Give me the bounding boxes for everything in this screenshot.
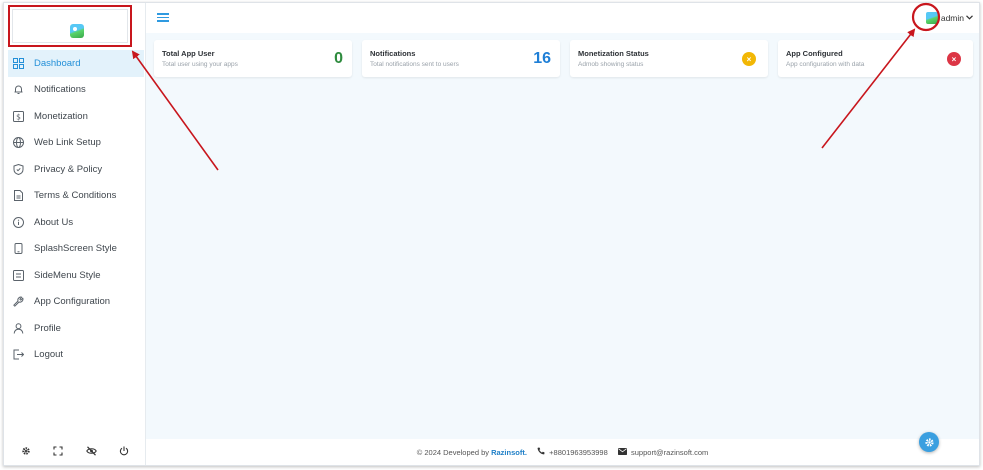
sidebar-menu: Dashboard Notifications $ Monetization W…	[8, 50, 144, 368]
card-title: Monetization Status	[578, 49, 649, 58]
sidebar-item-logout[interactable]: Logout	[8, 342, 144, 369]
email-address[interactable]: support@razinsoft.com	[631, 448, 708, 457]
dollar-icon: $	[12, 110, 24, 122]
fullscreen-icon[interactable]	[53, 445, 63, 459]
copyright-text: © 2024 Developed by	[416, 447, 489, 457]
card-subtitle: App configuration with data	[786, 61, 865, 68]
stat-card-monetization-status: Monetization Status Admob showing status…	[570, 40, 768, 77]
sidebar-item-web-link-setup[interactable]: Web Link Setup	[8, 130, 144, 157]
bell-icon	[12, 84, 24, 96]
card-subtitle: Admob showing status	[578, 61, 644, 68]
app-window: Dashboard Notifications $ Monetization W…	[3, 2, 980, 466]
sidebar-item-label: Terms & Conditions	[34, 190, 117, 202]
status-badge-icon: ×	[947, 52, 961, 66]
sidebar-item-label: SplashScreen Style	[34, 243, 117, 255]
envelope-icon	[617, 447, 629, 457]
sidebar-item-label: Dashboard	[34, 57, 81, 69]
logo-highlight-box	[8, 5, 132, 47]
status-badge-icon: ×	[742, 52, 756, 66]
sidebar-item-label: Monetization	[34, 110, 88, 122]
hamburger-menu-icon[interactable]	[157, 13, 169, 22]
sidebar-item-label: Web Link Setup	[34, 137, 101, 149]
stat-card-total-app-user: Total App User Total user using your app…	[154, 40, 352, 77]
logo-frame[interactable]	[12, 9, 128, 43]
chevron-down-icon	[966, 14, 973, 22]
shield-icon	[12, 163, 24, 175]
top-bar: admin	[146, 3, 979, 33]
logo-image-icon	[70, 24, 84, 38]
sidebar-item-notifications[interactable]: Notifications	[8, 77, 144, 104]
sidebar-item-profile[interactable]: Profile	[8, 315, 144, 342]
power-icon[interactable]	[119, 446, 129, 459]
gear-icon	[924, 437, 934, 447]
sidebar-item-privacy-policy[interactable]: Privacy & Policy	[8, 156, 144, 183]
card-value: 16	[533, 50, 551, 67]
phone-icon	[12, 243, 24, 255]
eye-off-icon[interactable]	[85, 445, 97, 459]
sidebar-item-sidemenu-style[interactable]: SideMenu Style	[8, 262, 144, 289]
card-subtitle: Total user using your apps	[162, 61, 238, 68]
footer: © 2024 Developed by Razinsoft. +88019639…	[146, 439, 979, 465]
sidebar-item-label: Profile	[34, 322, 61, 334]
dashboard-icon	[12, 57, 24, 69]
brand-link[interactable]: Razinsoft.	[491, 448, 527, 457]
sidebar-item-label: App Configuration	[34, 296, 111, 308]
card-value: 0	[334, 50, 343, 67]
wrench-icon	[12, 296, 24, 308]
footer-phone: +8801963953998	[537, 447, 608, 457]
sidebar-item-splashscreen-style[interactable]: SplashScreen Style	[8, 236, 144, 263]
sidebar-item-terms-conditions[interactable]: Terms & Conditions	[8, 183, 144, 210]
sidebar-item-about-us[interactable]: About Us	[8, 209, 144, 236]
list-icon	[12, 269, 24, 281]
user-icon	[12, 322, 24, 334]
sidebar-bottom-toolbar	[4, 439, 146, 465]
svg-text:$: $	[16, 112, 21, 121]
sidebar-item-dashboard[interactable]: Dashboard	[8, 50, 144, 77]
card-subtitle: Total notifications sent to users	[370, 61, 459, 68]
sidebar-item-label: Logout	[34, 349, 64, 361]
sidebar-item-label: Privacy & Policy	[34, 163, 103, 175]
document-icon	[12, 190, 24, 202]
sidebar-item-label: SideMenu Style	[34, 269, 101, 281]
user-menu[interactable]: admin	[925, 9, 973, 27]
sidebar-item-monetization[interactable]: $ Monetization	[8, 103, 144, 130]
sidebar: Dashboard Notifications $ Monetization W…	[4, 3, 146, 465]
phone-icon	[537, 447, 547, 457]
card-title: Notifications	[370, 49, 416, 58]
globe-icon	[12, 137, 24, 149]
phone-number[interactable]: +8801963953998	[549, 448, 608, 457]
info-icon	[12, 216, 24, 228]
settings-fab-button[interactable]	[919, 432, 939, 452]
user-name: admin	[940, 13, 964, 23]
card-title: Total App User	[162, 49, 215, 58]
logout-icon	[12, 349, 24, 361]
footer-email: support@razinsoft.com	[617, 447, 708, 457]
stat-card-notifications: Notifications Total notifications sent t…	[362, 40, 560, 77]
sidebar-item-label: Notifications	[34, 84, 86, 96]
sidebar-item-app-configuration[interactable]: App Configuration	[8, 289, 144, 316]
stat-card-app-configured: App Configured App configuration with da…	[778, 40, 973, 77]
footer-copyright: © 2024 Developed by Razinsoft.	[417, 448, 527, 457]
card-title: App Configured	[786, 49, 843, 58]
avatar	[925, 12, 938, 24]
gear-icon[interactable]	[21, 446, 31, 459]
sidebar-item-label: About Us	[34, 216, 74, 228]
